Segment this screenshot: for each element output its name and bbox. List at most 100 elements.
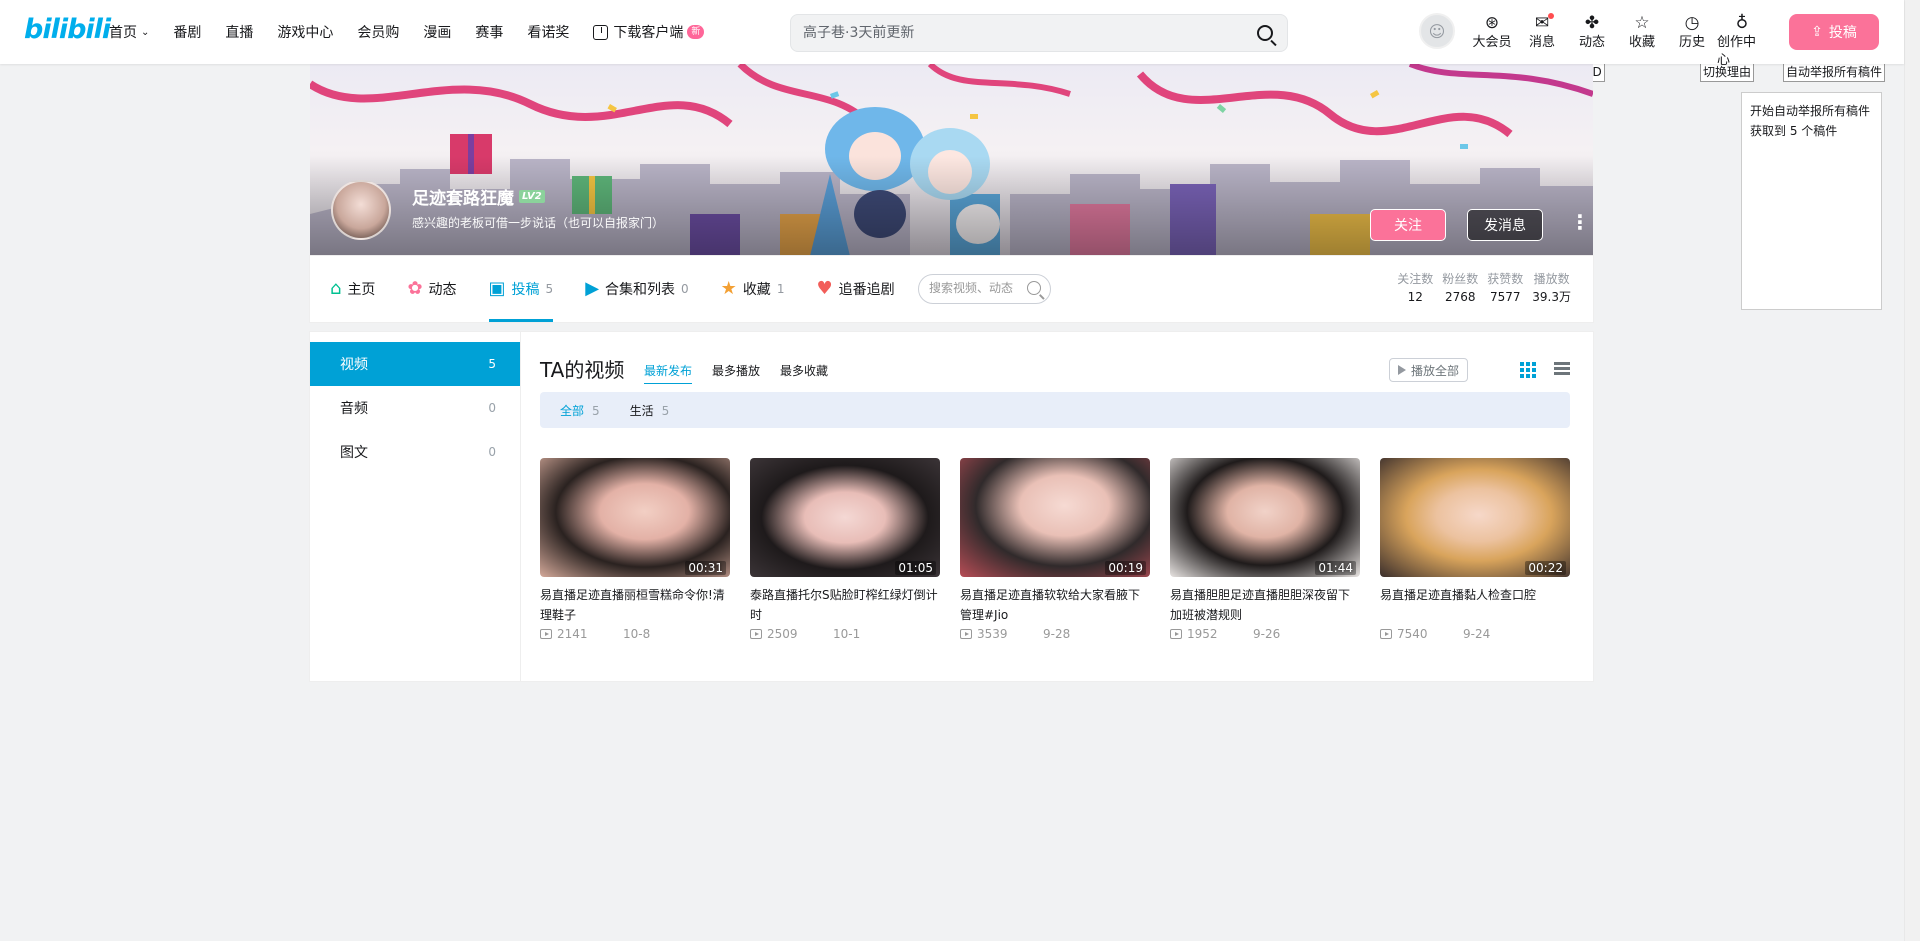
- list-view-icon[interactable]: [1554, 362, 1570, 378]
- nav-item-mall[interactable]: 会员购: [357, 22, 399, 42]
- video-title[interactable]: 易直播胆胆足迹直播胆胆深夜留下加班被潜规则: [1170, 585, 1360, 625]
- tab-label: 追番追剧: [838, 282, 895, 298]
- profile-avatar[interactable]: [331, 180, 391, 240]
- nav-item-manga[interactable]: 漫画: [423, 22, 451, 42]
- play-icon: [1397, 365, 1406, 375]
- nav-item-home[interactable]: 首页 ⌄: [109, 22, 149, 42]
- video-thumbnail[interactable]: 00:31: [540, 458, 730, 577]
- nav-item-game[interactable]: 游戏中心: [277, 22, 333, 42]
- sort-most-favorited[interactable]: 最多收藏: [780, 362, 828, 384]
- action-creator[interactable]: ♁ 创作中心: [1717, 12, 1767, 70]
- bulb-icon: ♁: [1735, 13, 1749, 33]
- action-favorites[interactable]: ☆ 收藏: [1617, 12, 1667, 70]
- home-icon: ⌂: [330, 278, 342, 299]
- nav-item-anime[interactable]: 番剧: [173, 22, 201, 42]
- log-line: 获取到 5 个稿件: [1750, 124, 1838, 138]
- video-views: 3539: [977, 627, 1008, 641]
- side-item-video[interactable]: 视频 5: [310, 342, 520, 386]
- action-messages[interactable]: ✉ 消息: [1517, 12, 1567, 70]
- video-card: 00:31 易直播足迹直播丽桓雪糕命令你!清理鞋子 2141 10-8: [540, 458, 730, 641]
- action-label: 创作中心: [1717, 35, 1757, 68]
- nav-item-match[interactable]: 赛事: [475, 22, 503, 42]
- tab-favorites[interactable]: ★ 收藏 1: [721, 256, 785, 322]
- profile-name-row: 足迹套路狂魔 LV2: [412, 184, 545, 209]
- sort-most-played[interactable]: 最多播放: [712, 362, 760, 384]
- video-views: 7540: [1397, 627, 1428, 641]
- video-meta: 7540 9-24: [1380, 627, 1570, 641]
- nav-item-nobel[interactable]: 看诺奖: [527, 22, 569, 42]
- stat-value: 2768: [1444, 290, 1476, 304]
- side-item-audio[interactable]: 音频 0: [310, 386, 520, 430]
- favorite-icon: ★: [720, 278, 737, 299]
- play-all-button[interactable]: 播放全部: [1388, 358, 1468, 382]
- search-box: [790, 14, 1288, 52]
- video-duration: 00:19: [1105, 561, 1146, 575]
- play-count-icon: [960, 629, 972, 639]
- content-type-menu: 视频 5 音频 0 图文 0: [310, 342, 520, 474]
- level-badge: LV2: [519, 190, 545, 203]
- stat-value: 12: [1407, 290, 1423, 304]
- filter-count: 5: [661, 403, 670, 418]
- follow-button[interactable]: 关注: [1370, 209, 1446, 241]
- stat-value: 39.3万: [1532, 290, 1571, 304]
- nav-item-live[interactable]: 直播: [225, 22, 253, 42]
- stat-following[interactable]: 关注数 12: [1397, 271, 1433, 307]
- tab-bangumi[interactable]: ♥ 追番追剧: [816, 256, 894, 322]
- unread-dot: [1548, 13, 1554, 19]
- video-thumbnail[interactable]: 00:22: [1380, 458, 1570, 577]
- stat-label: 关注数: [1397, 272, 1434, 286]
- tab-uploads[interactable]: ▣ 投稿 5: [488, 256, 554, 322]
- tab-dynamic[interactable]: ✿ 动态: [407, 256, 456, 322]
- video-thumbnail[interactable]: 01:05: [750, 458, 940, 577]
- action-history[interactable]: ◷ 历史: [1667, 12, 1717, 70]
- tab-collections[interactable]: ▶ 合集和列表 0: [585, 256, 688, 322]
- section-title: TA的视频: [540, 358, 625, 382]
- category-filter: 全部 5 生活 5: [540, 392, 1570, 428]
- side-item-article[interactable]: 图文 0: [310, 430, 520, 474]
- tab-count: 5: [545, 282, 554, 296]
- video-thumbnail[interactable]: 00:19: [960, 458, 1150, 577]
- user-avatar[interactable]: ☺: [1419, 13, 1455, 49]
- nav-label: 赛事: [475, 25, 504, 41]
- video-card: 01:05 泰路直播托尔S贴脸盯榨红绿灯倒计时 2509 10-1: [750, 458, 940, 641]
- action-vip[interactable]: ⊛ 大会员: [1467, 12, 1517, 70]
- grid-view-icon[interactable]: [1520, 362, 1536, 378]
- send-message-button[interactable]: 发消息: [1467, 209, 1543, 241]
- top-header: bilibili 首页 ⌄ 番剧 直播 游戏中心 会员购 漫画 赛事 看诺奖 下载…: [0, 0, 1904, 68]
- action-label: 大会员: [1472, 35, 1512, 50]
- video-title[interactable]: 易直播足迹直播丽桓雪糕命令你!清理鞋子: [540, 585, 730, 625]
- page-scrollbar[interactable]: [1904, 0, 1920, 941]
- stat-value: 7577: [1489, 290, 1521, 304]
- more-options-icon[interactable]: ⋮: [1570, 212, 1590, 232]
- auto-report-button[interactable]: 自动举报所有稿件: [1783, 62, 1886, 82]
- chevron-down-icon: ⌄: [141, 26, 150, 38]
- tab-home[interactable]: ⌂ 主页: [330, 256, 375, 322]
- video-title[interactable]: 易直播足迹直播软软给大家看腋下管理#Jio: [960, 585, 1150, 625]
- space-search-input[interactable]: [929, 281, 1023, 295]
- filter-life[interactable]: 生活 5: [630, 402, 670, 419]
- video-thumbnail[interactable]: 01:44: [1170, 458, 1360, 577]
- action-label: 动态: [1578, 35, 1605, 50]
- log-line: 开始自动举报所有稿件: [1750, 104, 1871, 118]
- upload-button[interactable]: ⇪ 投稿: [1789, 14, 1879, 50]
- search-input[interactable]: [803, 23, 1233, 43]
- video-title[interactable]: 易直播足迹直播黏人检查口腔: [1380, 585, 1570, 625]
- bilibili-logo[interactable]: bilibili: [24, 14, 111, 45]
- video-title[interactable]: 泰路直播托尔S贴脸盯榨红绿灯倒计时: [750, 585, 940, 625]
- stat-followers[interactable]: 粉丝数 2768: [1442, 271, 1478, 307]
- filter-all[interactable]: 全部 5: [560, 402, 600, 419]
- search-icon[interactable]: [1257, 25, 1273, 41]
- side-label: 图文: [340, 445, 368, 461]
- filter-label: 生活: [629, 403, 654, 418]
- side-count: 0: [488, 401, 496, 415]
- nav-label: 下载客户端: [613, 25, 684, 41]
- action-dynamic[interactable]: ✤ 动态: [1567, 12, 1617, 70]
- video-date: 9-26: [1253, 627, 1281, 641]
- nav-label: 番剧: [173, 25, 202, 41]
- nav-item-download[interactable]: 下载客户端新: [593, 22, 705, 42]
- video-grid: 00:31 易直播足迹直播丽桓雪糕命令你!清理鞋子 2141 10-8 01:05…: [540, 458, 1570, 641]
- nav-label: 首页: [109, 25, 137, 41]
- search-icon[interactable]: [1027, 281, 1041, 295]
- video-card: 01:44 易直播胆胆足迹直播胆胆深夜留下加班被潜规则 1952 9-26: [1170, 458, 1360, 641]
- sort-latest[interactable]: 最新发布: [644, 362, 693, 384]
